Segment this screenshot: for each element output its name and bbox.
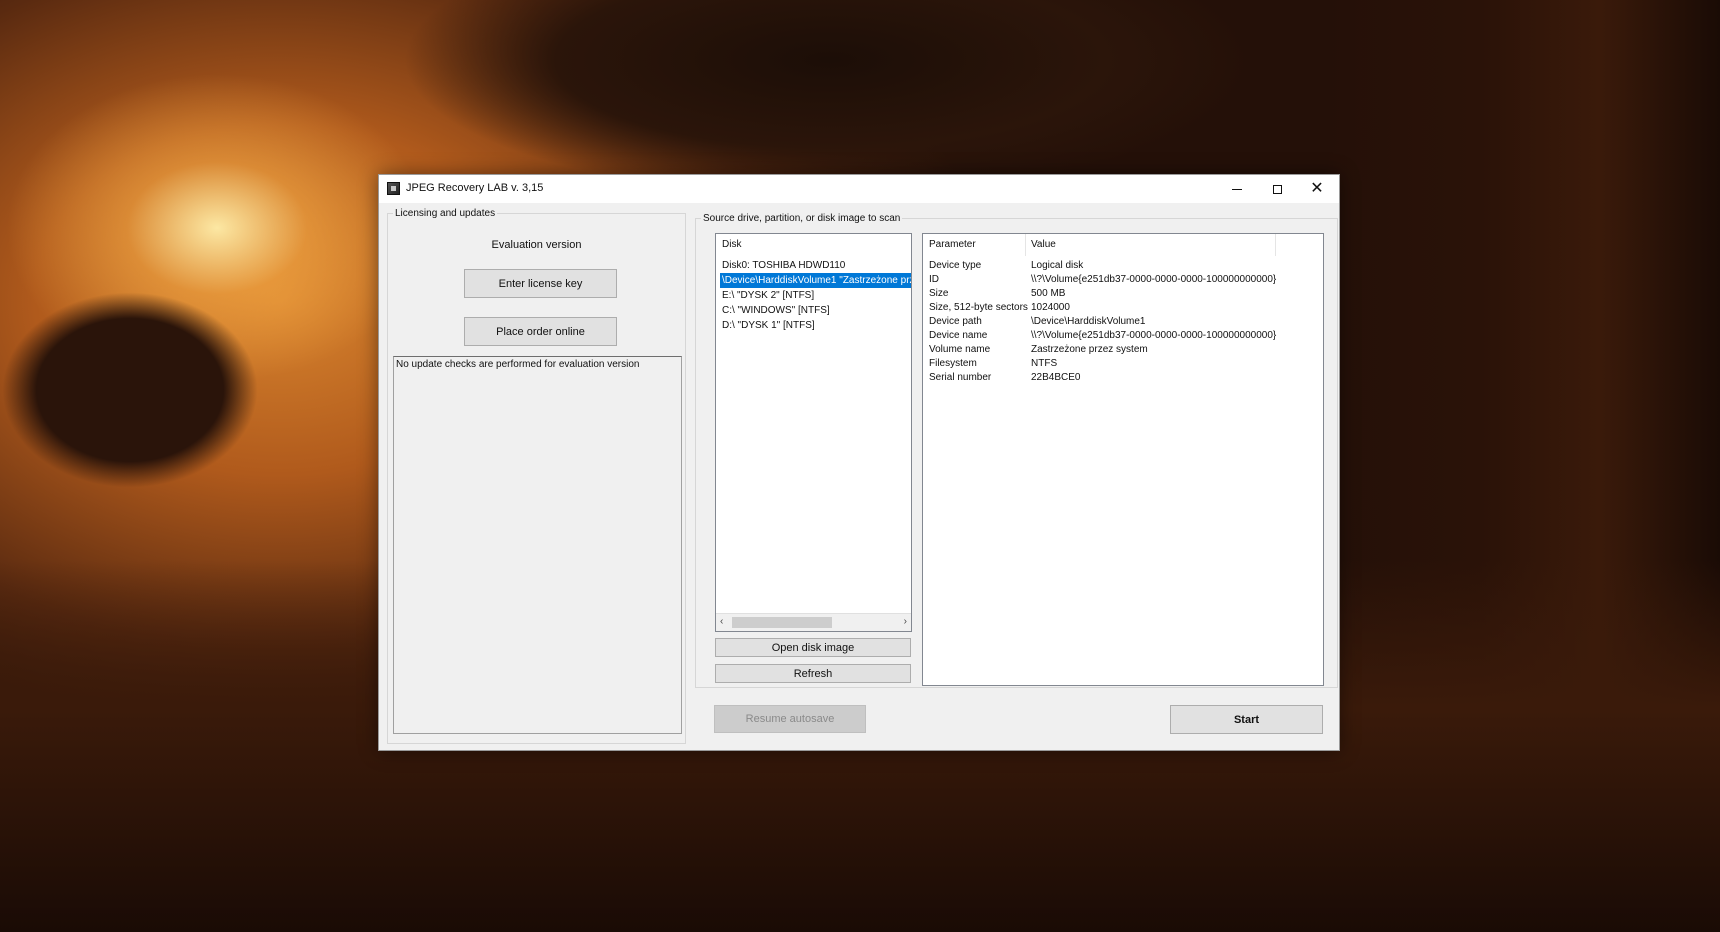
place-order-online-button[interactable]: Place order online (464, 317, 617, 346)
enter-license-key-button[interactable]: Enter license key (464, 269, 617, 298)
parameter-value: Logical disk (1031, 260, 1084, 271)
parameter-value: \\?\Volume{e251db37-0000-0000-0000-10000… (1031, 330, 1277, 341)
parameter-value: NTFS (1031, 358, 1058, 369)
disk-item[interactable]: E:\ "DYSK 2" [NTFS] (720, 288, 911, 303)
disk-items: Disk0: TOSHIBA HDWD110 \Device\HarddiskVo… (720, 258, 911, 333)
parameter-value: 1024000 (1031, 302, 1070, 313)
column-divider[interactable] (1025, 234, 1026, 256)
parameter-column-header[interactable]: Parameter (929, 239, 976, 250)
maximize-button[interactable] (1257, 175, 1297, 203)
table-row[interactable]: Size, 512-byte sectors 1024000 (923, 300, 1323, 315)
disk-column-header[interactable]: Disk (722, 239, 741, 250)
scroll-left-icon[interactable]: ‹ (720, 616, 723, 627)
start-button[interactable]: Start (1170, 705, 1323, 734)
table-row[interactable]: Volume name Zastrzeżone przez system (923, 342, 1323, 357)
scroll-right-icon[interactable]: › (904, 616, 907, 627)
parameter-value: 22B4BCE0 (1031, 372, 1081, 383)
parameter-value: \Device\HarddiskVolume1 (1031, 316, 1146, 327)
close-button[interactable]: ✕ (1297, 175, 1337, 203)
title-bar[interactable]: JPEG Recovery LAB v. 3,15 ✕ (379, 175, 1339, 203)
table-row[interactable]: Device type Logical disk (923, 258, 1323, 273)
parameter-value: \\?\Volume{e251db37-0000-0000-0000-10000… (1031, 274, 1277, 285)
resume-autosave-button[interactable]: Resume autosave (714, 705, 866, 733)
parameter-key: Device type (929, 260, 982, 271)
table-row[interactable]: ID \\?\Volume{e251db37-0000-0000-0000-100… (923, 272, 1323, 287)
close-icon: ✕ (1310, 180, 1324, 197)
refresh-button[interactable]: Refresh (715, 664, 911, 683)
parameter-key: Size, 512-byte sectors (929, 302, 1028, 313)
table-row[interactable]: Size 500 MB (923, 286, 1323, 301)
value-column-header[interactable]: Value (1031, 239, 1056, 250)
wallpaper-tree-left (0, 250, 330, 580)
parameter-key: Filesystem (929, 358, 977, 369)
table-row[interactable]: Serial number 22B4BCE0 (923, 370, 1323, 385)
app-window: JPEG Recovery LAB v. 3,15 ✕ Licensing an… (378, 174, 1340, 751)
parameter-key: ID (929, 274, 939, 285)
parameter-value: Zastrzeżone przez system (1031, 344, 1148, 355)
open-disk-image-button[interactable]: Open disk image (715, 638, 911, 657)
parameter-key: Device name (929, 330, 988, 341)
disk-item[interactable]: C:\ "WINDOWS" [NTFS] (720, 303, 911, 318)
licensing-group-label: Licensing and updates (395, 208, 496, 219)
parameter-table[interactable]: Parameter Value Device type Logical disk I… (922, 233, 1324, 686)
update-log[interactable]: No update checks are performed for evalu… (393, 356, 682, 734)
scroll-thumb[interactable] (732, 617, 832, 628)
disk-item[interactable]: \Device\HarddiskVolume1 "Zastrzeżone prz… (720, 273, 911, 288)
disk-list[interactable]: Disk Disk0: TOSHIBA HDWD110 \Device\Hardd… (715, 233, 912, 632)
disk-item[interactable]: D:\ "DYSK 1" [NTFS] (720, 318, 911, 333)
table-row[interactable]: Device name \\?\Volume{e251db37-0000-0000… (923, 328, 1323, 343)
minimize-button[interactable] (1217, 175, 1257, 203)
column-divider[interactable] (1275, 234, 1276, 256)
app-icon (387, 182, 400, 195)
table-row[interactable]: Device path \Device\HarddiskVolume1 (923, 314, 1323, 329)
parameter-key: Volume name (929, 344, 991, 355)
parameter-key: Size (929, 288, 949, 299)
parameter-value: 500 MB (1031, 288, 1066, 299)
parameter-key: Device path (929, 316, 982, 327)
license-status: Evaluation version (491, 239, 582, 251)
parameter-key: Serial number (929, 372, 992, 383)
licensing-group: Licensing and updates Evaluation version… (387, 208, 686, 744)
maximize-icon (1272, 184, 1282, 194)
source-group-label: Source drive, partition, or disk image t… (703, 213, 901, 224)
disk-item[interactable]: Disk0: TOSHIBA HDWD110 (720, 258, 911, 273)
window-title: JPEG Recovery LAB v. 3,15 (406, 182, 544, 194)
disk-list-scrollbar[interactable]: ‹ › (716, 613, 911, 631)
minimize-icon (1232, 188, 1242, 190)
update-message: No update checks are performed for evalu… (396, 359, 640, 370)
table-row[interactable]: Filesystem NTFS (923, 356, 1323, 371)
